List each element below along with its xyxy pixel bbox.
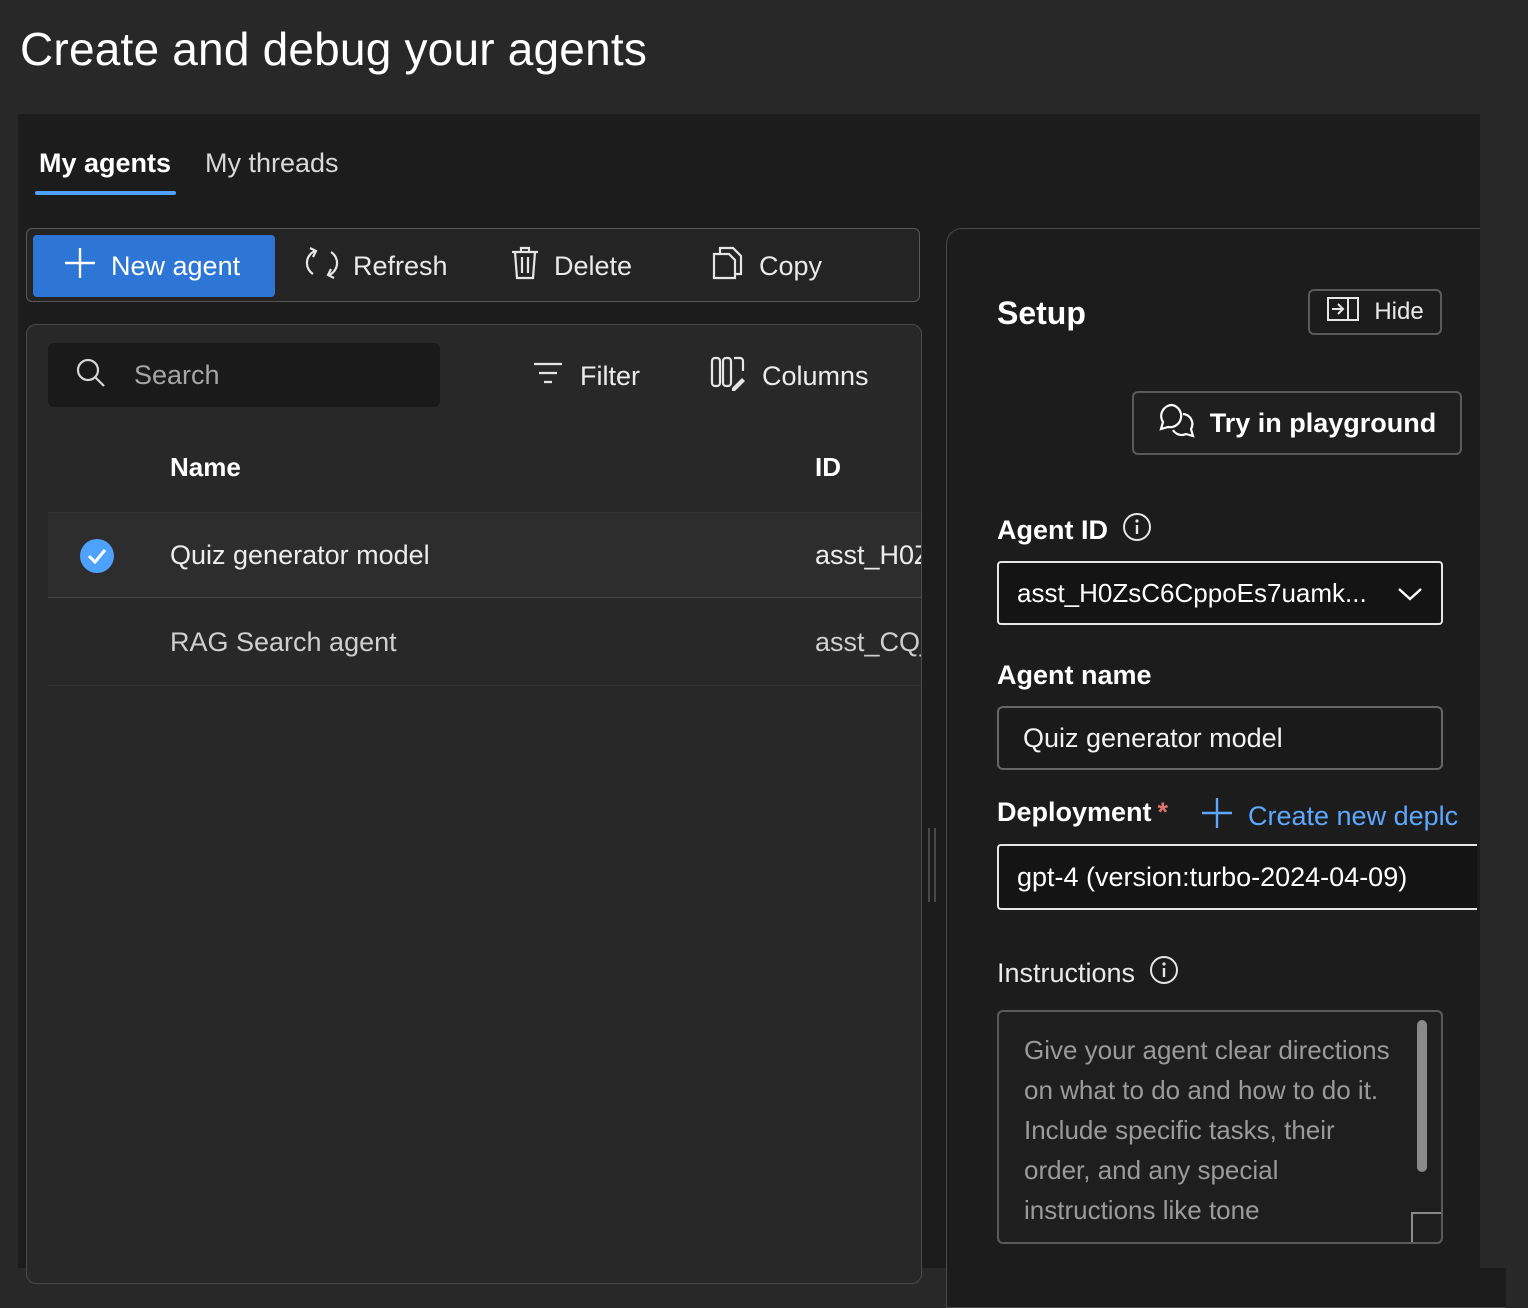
plus-icon xyxy=(63,246,97,287)
trash-icon xyxy=(510,245,540,288)
instructions-placeholder: Give your agent clear directions on what… xyxy=(1024,1035,1390,1225)
chat-icon xyxy=(1158,402,1196,445)
chevron-down-icon xyxy=(1397,578,1423,609)
column-header-id[interactable]: ID xyxy=(815,452,841,483)
column-header-name[interactable]: Name xyxy=(170,452,241,483)
new-agent-label: New agent xyxy=(111,250,241,281)
active-tab-indicator xyxy=(35,191,176,195)
tab-my-threads[interactable]: My threads xyxy=(205,148,339,179)
checkmark-circle-icon[interactable] xyxy=(80,539,114,573)
filter-label: Filter xyxy=(580,360,640,391)
required-marker: * xyxy=(1157,797,1169,827)
columns-icon xyxy=(710,355,746,398)
info-icon[interactable] xyxy=(1149,955,1179,992)
textarea-scrollbar[interactable] xyxy=(1417,1020,1427,1172)
refresh-icon xyxy=(305,245,339,288)
copy-button[interactable]: Copy xyxy=(711,235,822,297)
agent-id-label: Agent ID xyxy=(997,512,1152,549)
search-icon xyxy=(76,358,106,393)
setup-title: Setup xyxy=(997,295,1086,331)
try-in-playground-label: Try in playground xyxy=(1209,407,1437,438)
tab-my-agents[interactable]: My agents xyxy=(39,148,171,179)
deployment-dropdown[interactable]: gpt-4 (version:turbo-2024-04-09) xyxy=(997,844,1477,910)
copy-icon xyxy=(711,245,745,288)
delete-button[interactable]: Delete xyxy=(510,235,632,297)
new-agent-button[interactable]: New agent xyxy=(33,235,275,297)
try-in-playground-button[interactable]: Try in playground xyxy=(1132,391,1462,455)
page-title: Create and debug your agents xyxy=(20,23,648,75)
agent-id-dropdown[interactable]: asst_H0ZsC6CppoEs7uamk... xyxy=(997,561,1443,625)
agent-id-cell: asst_H0Z xyxy=(815,540,921,570)
page-edge xyxy=(1480,0,1528,1268)
create-new-deployment-link[interactable]: Create new deplc xyxy=(1200,796,1464,837)
search-box[interactable] xyxy=(48,343,440,407)
delete-label: Delete xyxy=(554,250,633,281)
agent-list-panel xyxy=(26,324,922,1284)
filter-icon xyxy=(532,361,564,392)
instructions-textarea[interactable]: Give your agent clear directions on what… xyxy=(997,1010,1443,1244)
plus-icon xyxy=(1200,796,1234,837)
agent-name-label: Agent name xyxy=(997,660,1152,690)
instructions-label: Instructions xyxy=(997,955,1179,992)
agent-name-cell: Quiz generator model xyxy=(170,540,430,570)
deployment-label: Deployment * xyxy=(997,797,1169,827)
copy-label: Copy xyxy=(759,250,823,281)
table-row[interactable]: Quiz generator model asst_H0Z xyxy=(48,512,921,598)
hide-button[interactable]: Hide xyxy=(1308,289,1442,335)
agent-id-value: asst_H0ZsC6CppoEs7uamk... xyxy=(1017,577,1367,608)
search-input[interactable] xyxy=(132,358,416,392)
refresh-button[interactable]: Refresh xyxy=(305,235,448,297)
agent-name-input[interactable]: Quiz generator model xyxy=(997,706,1443,770)
agent-id-cell: asst_CQj xyxy=(815,627,921,657)
columns-button[interactable]: Columns xyxy=(710,345,869,407)
hide-label: Hide xyxy=(1374,298,1424,325)
columns-label: Columns xyxy=(762,360,869,391)
panel-splitter[interactable] xyxy=(928,828,936,902)
agent-name-cell: RAG Search agent xyxy=(170,627,397,657)
refresh-label: Refresh xyxy=(353,250,448,281)
table-row[interactable]: RAG Search agent asst_CQj xyxy=(48,600,921,686)
hide-panel-icon xyxy=(1326,296,1360,329)
filter-button[interactable]: Filter xyxy=(532,345,640,407)
info-icon[interactable] xyxy=(1122,512,1152,549)
resize-handle[interactable] xyxy=(1411,1212,1441,1242)
create-new-deployment-label: Create new deplc xyxy=(1248,801,1459,831)
